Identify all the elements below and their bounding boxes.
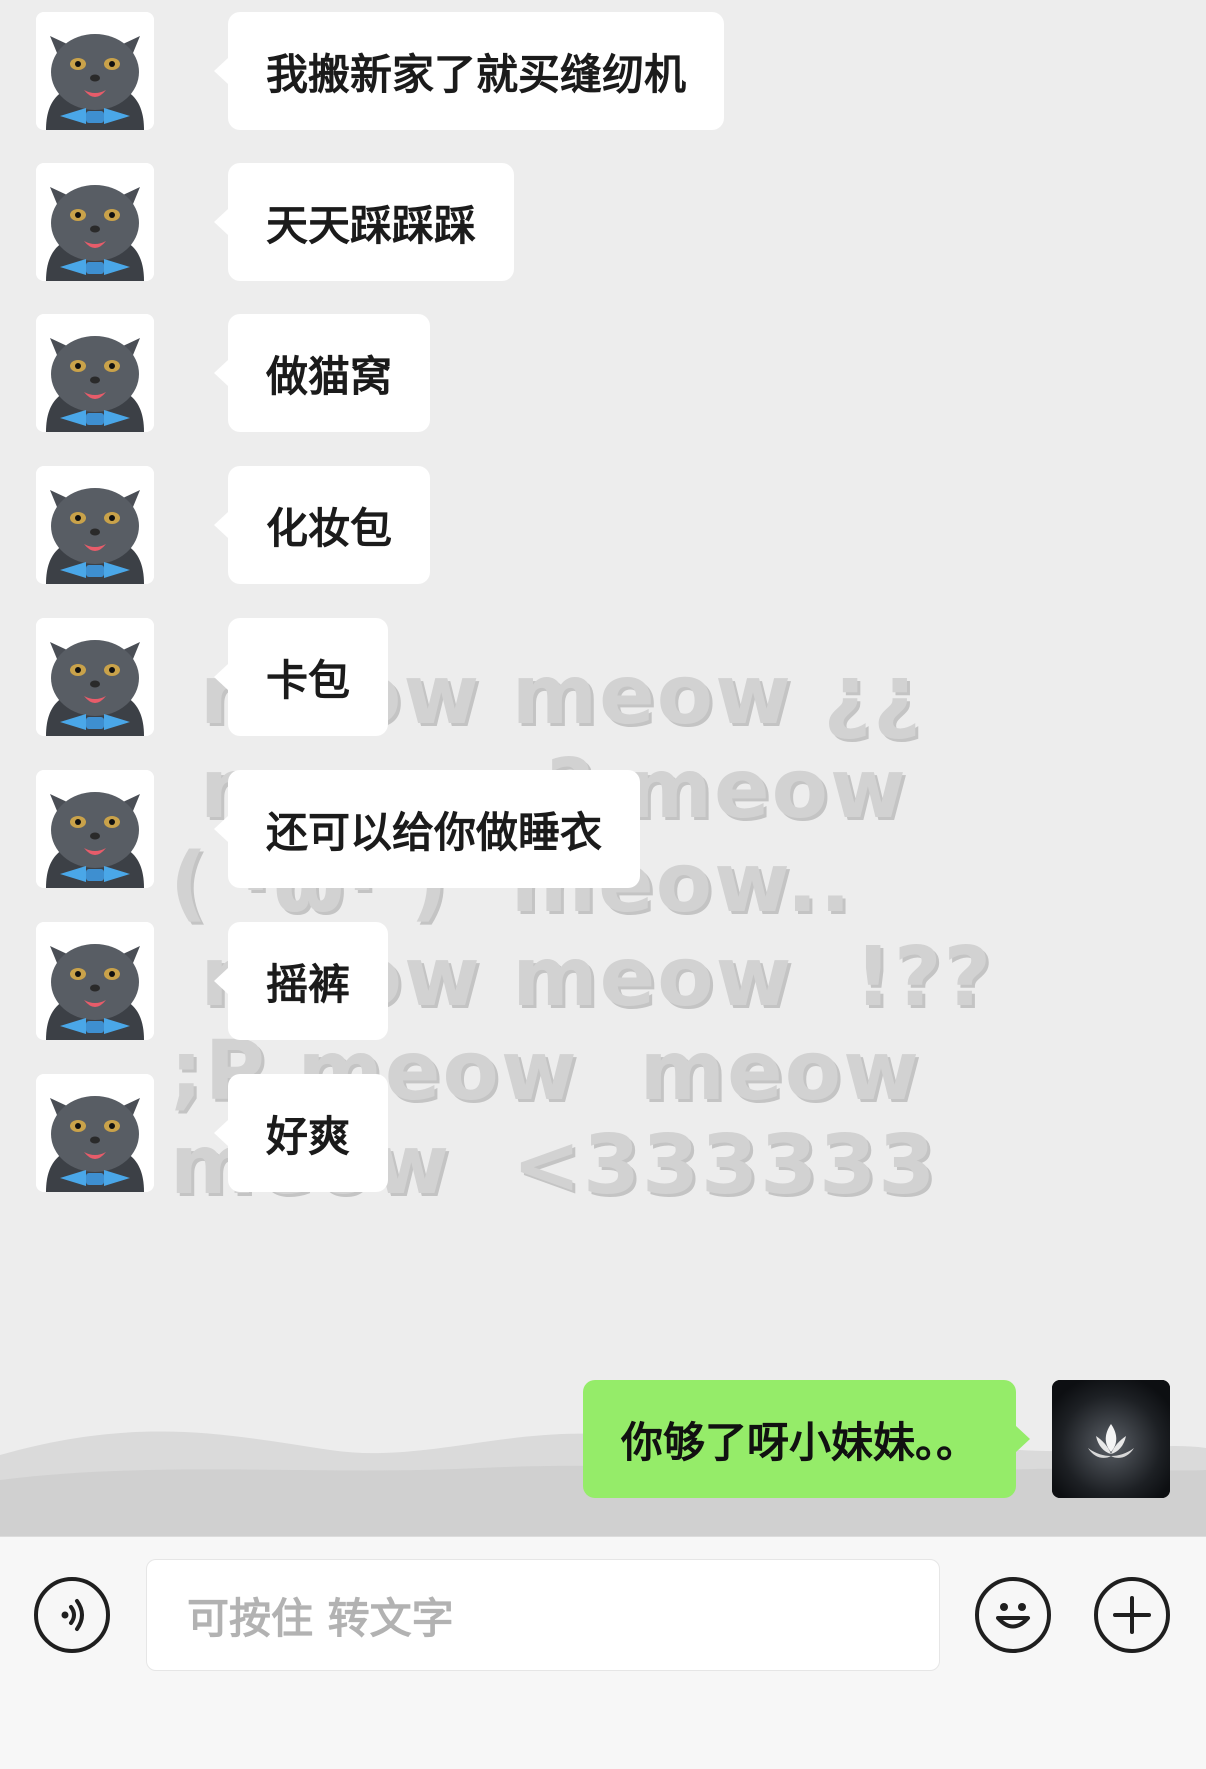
emoji-button[interactable] <box>975 1577 1051 1653</box>
cat-avatar-image <box>36 314 154 432</box>
voice-button[interactable] <box>34 1577 110 1653</box>
message-input[interactable]: 可按住 转文字 <box>146 1559 940 1671</box>
chat-bubble[interactable]: 天天踩踩踩 <box>213 163 515 281</box>
chat-area: meow meow ¿¿ meow ;? meow ( ·ω· ) meow..… <box>0 0 1206 1536</box>
cat-avatar-image <box>36 922 154 1040</box>
voice-icon <box>61 1599 84 1631</box>
chat-bubble[interactable]: 我搬新家了就买缝纫机 <box>213 12 725 130</box>
cat-avatar-image <box>36 1074 154 1192</box>
cat-avatar-image <box>36 163 154 281</box>
lotus-avatar-image <box>1052 1380 1170 1498</box>
plus-button[interactable] <box>1094 1577 1170 1653</box>
cat-avatar-image <box>36 12 154 130</box>
message-row: 天天踩踩踩 <box>36 163 515 281</box>
input-placeholder: 可按住 转文字 <box>187 1593 454 1643</box>
cat-avatar[interactable] <box>36 466 154 584</box>
cat-avatar[interactable] <box>36 12 154 130</box>
cat-avatar-image <box>36 466 154 584</box>
cat-avatar[interactable] <box>36 1074 154 1192</box>
message-row: 做猫窝 <box>36 314 431 432</box>
chat-bubble[interactable]: 摇裤 <box>213 922 389 1040</box>
chat-bubble[interactable]: 好爽 <box>213 1074 389 1192</box>
message-row: 好爽 <box>36 1074 389 1192</box>
message-row: 化妆包 <box>36 466 431 584</box>
message-row: 还可以给你做睡衣 <box>36 770 641 888</box>
cat-avatar[interactable] <box>36 314 154 432</box>
chat-bubble[interactable]: 还可以给你做睡衣 <box>213 770 641 888</box>
cat-avatar-image <box>36 770 154 888</box>
cat-avatar[interactable] <box>36 618 154 736</box>
chat-bubble-self[interactable]: 你够了呀小妹妹。。 <box>582 1380 1031 1498</box>
chat-bubble[interactable]: 卡包 <box>213 618 389 736</box>
message-row: 摇裤 <box>36 922 389 1040</box>
chat-bubble[interactable]: 化妆包 <box>213 466 431 584</box>
message-row: 卡包 <box>36 618 389 736</box>
cat-avatar-image <box>36 618 154 736</box>
cat-avatar[interactable] <box>36 770 154 888</box>
self-avatar[interactable] <box>1052 1380 1170 1498</box>
message-row-self: 你够了呀小妹妹。。 <box>582 1380 1170 1498</box>
input-bar: 可按住 转文字 <box>0 1536 1206 1769</box>
plus-icon <box>1113 1596 1151 1634</box>
message-row: 我搬新家了就买缝纫机 <box>36 12 725 130</box>
cat-avatar[interactable] <box>36 922 154 1040</box>
cat-avatar[interactable] <box>36 163 154 281</box>
chat-bubble[interactable]: 做猫窝 <box>213 314 431 432</box>
emoji-icon <box>996 1603 1030 1629</box>
